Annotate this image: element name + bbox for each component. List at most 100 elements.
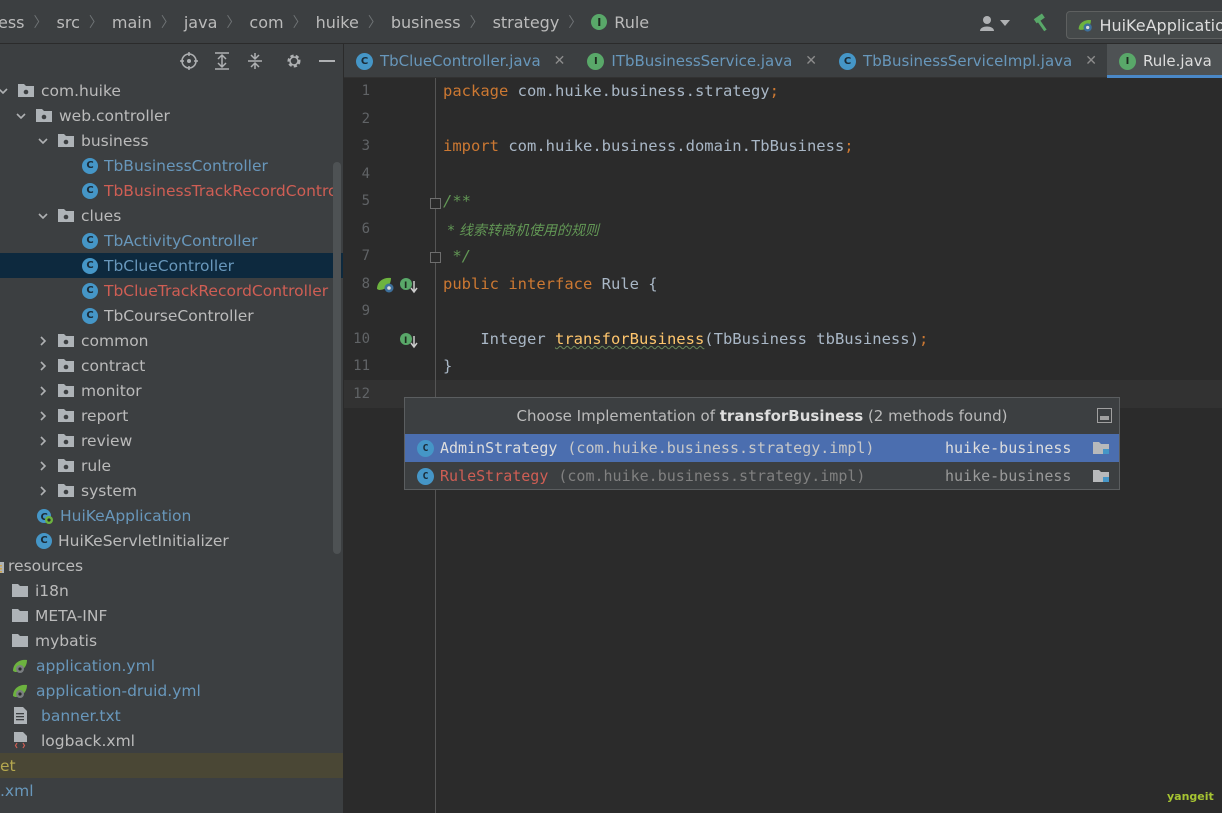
breadcrumb-item[interactable]: src <box>57 13 80 32</box>
class-icon: C <box>356 52 373 70</box>
tree-item[interactable]: C TbActivityController <box>0 228 343 253</box>
breadcrumb-current[interactable]: Rule <box>614 13 649 32</box>
implementation-item[interactable]: C RuleStrategy (com.huike.business.strat… <box>405 462 1119 490</box>
tree-item[interactable]: i18n <box>0 578 343 603</box>
tree-item[interactable]: mybatis <box>0 628 343 653</box>
breadcrumb-item[interactable]: com <box>249 13 283 32</box>
implemented-gutter-icon[interactable]: I <box>399 277 419 295</box>
tree-item-label: monitor <box>81 381 142 400</box>
tree-item[interactable]: review <box>0 428 343 453</box>
tree-item[interactable]: application.yml <box>0 653 343 678</box>
method-name[interactable]: transforBusiness <box>555 330 704 348</box>
tree-item[interactable]: C HuiKeApplication <box>0 503 343 528</box>
tab-itbbusinessservice[interactable]: I ITbBusinessService.java ✕ <box>575 44 827 78</box>
close-icon[interactable]: ✕ <box>1085 53 1097 69</box>
keyword: import <box>443 137 499 155</box>
chevron-right-icon[interactable] <box>36 384 50 398</box>
breadcrumb-item[interactable]: strategy <box>493 13 560 32</box>
tree-item[interactable]: clues <box>0 203 343 228</box>
tree-item[interactable]: et <box>0 753 343 778</box>
chevron-down-icon[interactable] <box>14 109 28 123</box>
package-folder-icon <box>58 384 81 397</box>
chevron-right-icon[interactable] <box>36 409 50 423</box>
line-number: 9 <box>361 303 370 319</box>
chevron-right-icon[interactable] <box>36 484 50 498</box>
package-folder-icon <box>18 84 41 97</box>
package-folder-icon <box>58 334 81 347</box>
locate-icon[interactable] <box>179 51 199 71</box>
breadcrumb-item[interactable]: ess <box>0 13 25 32</box>
chevron-down-icon[interactable] <box>0 84 10 98</box>
close-icon[interactable]: ✕ <box>554 53 566 69</box>
spring-bean-gutter-icon[interactable] <box>376 276 396 294</box>
tree-item[interactable]: .xml <box>0 778 343 803</box>
line-number: 11 <box>353 358 370 374</box>
tree-item[interactable]: system <box>0 478 343 503</box>
tree-item[interactable]: C TbClueTrackRecordController <box>0 278 343 303</box>
popup-title-method: transforBusiness <box>719 407 864 425</box>
popup-title-suffix: (2 methods found) <box>863 407 1008 425</box>
minimize-icon[interactable] <box>317 51 337 71</box>
chevron-right-icon[interactable] <box>36 459 50 473</box>
resources-folder-icon <box>0 559 4 573</box>
tree-item-label: common <box>81 331 149 350</box>
tree-item[interactable]: contract <box>0 353 343 378</box>
tree-item-label: com.huike <box>41 81 121 100</box>
breadcrumb-item[interactable]: business <box>391 13 461 32</box>
tree-item[interactable]: business <box>0 128 343 153</box>
chevron-down-icon[interactable] <box>36 209 50 223</box>
tree-item-label: logback.xml <box>41 731 135 750</box>
tree-item[interactable]: logback.xml <box>0 728 343 753</box>
open-in-find-window-icon[interactable] <box>1097 408 1112 423</box>
line-number: 7 <box>361 248 370 264</box>
tree-item[interactable]: META-INF <box>0 603 343 628</box>
code-line-6: * 线索转商机使用的规则 <box>443 223 599 239</box>
collapse-all-icon[interactable] <box>245 51 265 71</box>
chevron-right-icon[interactable] <box>36 359 50 373</box>
tree-item[interactable]: rule <box>0 453 343 478</box>
tab-label: TbClueController.java <box>380 52 541 70</box>
tree-item[interactable]: common <box>0 328 343 353</box>
module-name: huike-business <box>945 439 1072 457</box>
fold-marker[interactable] <box>430 252 441 263</box>
breadcrumb-item[interactable]: main <box>112 13 152 32</box>
chevron-down-icon[interactable] <box>36 134 50 148</box>
tab-rule[interactable]: I Rule.java ✕ <box>1106 44 1222 78</box>
tree-item[interactable]: web.controller <box>0 103 343 128</box>
svg-text:I: I <box>404 336 407 346</box>
tree-item-label: rule <box>81 456 112 475</box>
chevron-down-icon <box>1000 20 1010 26</box>
breadcrumb-item[interactable]: huike <box>316 13 359 32</box>
tree-item[interactable]: report <box>0 403 343 428</box>
tree-item[interactable]: C HuiKeServletInitializer <box>0 528 343 553</box>
breadcrumb-item[interactable]: java <box>184 13 218 32</box>
tree-item[interactable]: C TbClueController <box>0 253 343 278</box>
close-icon[interactable]: ✕ <box>805 53 817 69</box>
tree-item[interactable]: resources <box>0 553 343 578</box>
chevron-right-icon[interactable] <box>36 434 50 448</box>
tree-item-label: mybatis <box>35 631 98 650</box>
vertical-scrollbar[interactable] <box>333 162 341 554</box>
implemented-method-gutter-icon[interactable]: I <box>399 332 419 350</box>
expand-all-icon[interactable] <box>212 51 232 71</box>
gear-icon[interactable] <box>284 51 304 71</box>
implementation-item[interactable]: C AdminStrategy (com.huike.business.stra… <box>405 434 1119 462</box>
tree-item[interactable]: banner.txt <box>0 703 343 728</box>
chevron-right-icon[interactable] <box>36 334 50 348</box>
tree-item[interactable]: C TbCourseController <box>0 303 343 328</box>
tree-item[interactable]: C TbBusinessController <box>0 153 343 178</box>
class-icon: C <box>82 182 98 199</box>
tab-tbcluecontroller[interactable]: C TbClueController.java ✕ <box>344 44 575 78</box>
tree-item[interactable]: application-druid.yml <box>0 678 343 703</box>
fold-marker[interactable] <box>430 198 441 209</box>
tree-item[interactable]: C TbBusinessTrackRecordController <box>0 178 343 203</box>
tab-tbbusinessserviceimpl[interactable]: C TbBusinessServiceImpl.java ✕ <box>827 44 1107 78</box>
spring-boot-class-icon: C <box>36 507 54 525</box>
run-configuration-selector[interactable]: HuiKeApplication <box>1066 11 1222 39</box>
vcs-user-button[interactable] <box>980 14 1012 32</box>
tree-item[interactable]: com.huike <box>0 78 343 103</box>
implementation-package: (com.huike.business.strategy.impl) <box>567 439 875 457</box>
build-hammer-icon[interactable] <box>1032 13 1052 33</box>
line-number: 1 <box>361 83 370 99</box>
tree-item[interactable]: monitor <box>0 378 343 403</box>
